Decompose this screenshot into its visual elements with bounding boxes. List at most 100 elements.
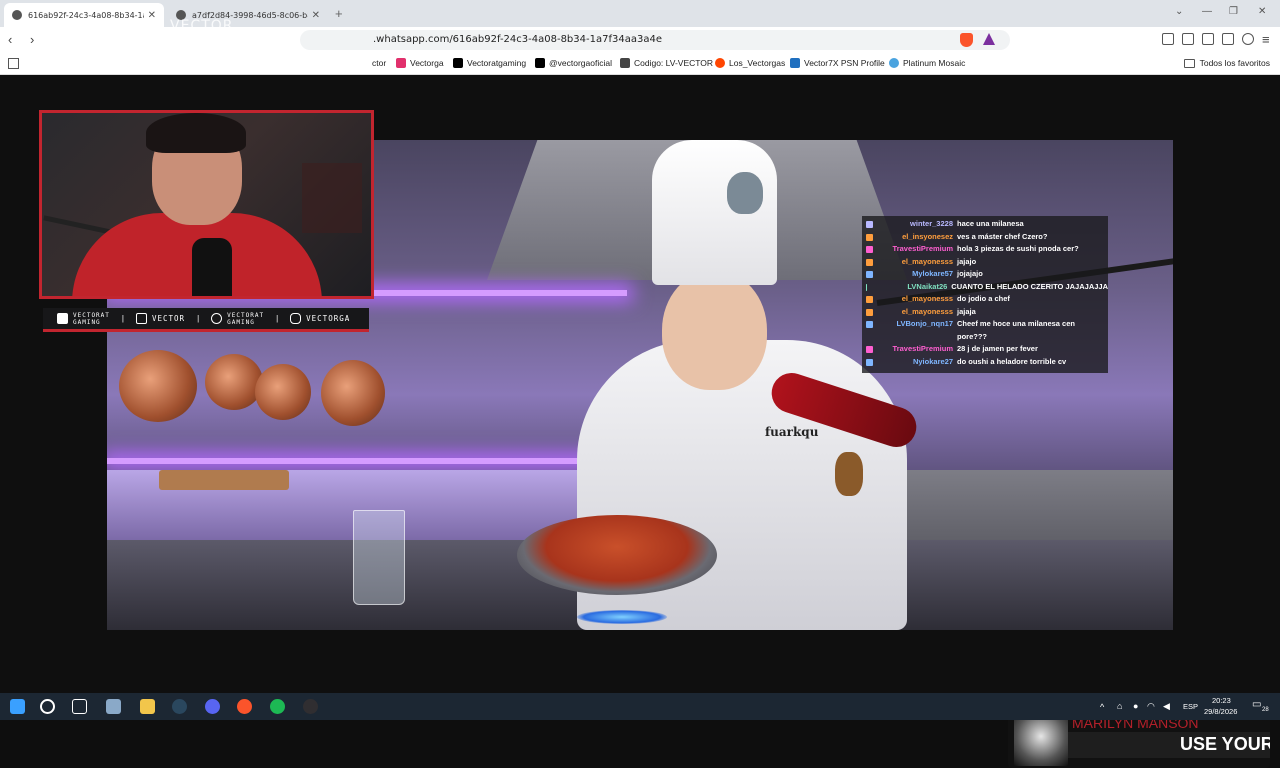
obs-icon[interactable] [303,699,318,714]
chat-badge-icon [866,334,873,341]
wallet-icon[interactable] [1202,33,1214,45]
minimize-button[interactable]: — [1202,6,1212,17]
bear-keychain [835,452,863,496]
frying-pan [517,515,717,595]
mic-icon[interactable]: ● [1133,701,1138,711]
bookmark-item[interactable]: ctor [372,58,386,68]
close-window-button[interactable]: ✕ [1258,6,1266,17]
brave-shields-icon[interactable] [960,33,973,47]
restore-button[interactable]: ❐ [1229,6,1238,17]
chevron-down-icon[interactable]: ⌄ [1175,6,1183,17]
instagram-icon [396,58,406,68]
chat-text: do oushi a heladore torrible cv [957,356,1067,366]
network-icon[interactable]: ⌂ [1117,701,1122,711]
file-manager-icon[interactable] [106,699,121,714]
clock-time[interactable]: 20:23 [1212,696,1231,705]
search-icon[interactable] [40,699,55,714]
url-text[interactable]: .whatsapp.com/616ab92f-24c3-4a08-8b34-1a… [373,34,662,45]
new-tab-button[interactable]: + [335,6,343,21]
all-favorites-button[interactable]: Todos los favoritos [1183,58,1270,68]
streamer-hair [146,113,246,153]
music-title: USE YOUR [1180,734,1270,754]
social-label: GAMING [73,318,101,326]
spotify-icon[interactable] [270,699,285,714]
steam-icon[interactable] [172,699,187,714]
download-icon[interactable] [1222,33,1234,45]
reddit-icon [715,58,725,68]
brave-icon[interactable] [237,699,252,714]
all-favorites-label: Todos los favoritos [1199,58,1270,68]
bookmark-label: @vectorgaoficial [549,58,612,68]
notification-icon[interactable]: ▭ [1252,699,1261,710]
chat-text: Cheef me hoce una milanesa cen [957,319,1075,328]
clock-date[interactable]: 29/8/2026 [1204,707,1237,716]
address-bar[interactable]: .whatsapp.com/616ab92f-24c3-4a08-8b34-1a… [300,30,1010,50]
chat-message: el_mayonesss do jodio a chef [866,293,1108,306]
tiktok-icon [535,58,545,68]
social-label: VECTORAT [227,311,265,319]
chat-message: Nyiokare27 do oushi a heladore torrible c… [866,356,1108,369]
chat-message: TravestiPremium 28 j de jamen per fever [866,343,1108,356]
brave-rewards-icon[interactable] [983,33,995,45]
bookmark-label: Vectoratgaming [467,58,527,68]
taskbar: ^ ⌂ ● ◠ ◀ ESP 20:23 29/8/2026 ▭ 28 [0,693,1280,720]
twitch-icon [135,313,147,324]
vpn-icon[interactable] [1242,33,1254,45]
chat-text: hola 3 piezas de sushi pnoda cer? [957,244,1079,253]
bookmark-label: Platinum Mosaic [903,58,966,68]
tab-active[interactable]: 616ab92f-24c3-4a08-8b34-1a7f ✕ [4,3,164,27]
chat-message: pore??? [866,331,1108,344]
webcam-tag: VECTOR [170,18,234,34]
chat-text: hace una milanesa [957,219,1024,228]
bookmarks-bar: ctor Vectorga Vectoratgaming @vectorgaof… [0,53,1280,75]
language-indicator[interactable]: ESP [1183,702,1198,711]
bookmark-item[interactable]: Platinum Mosaic [889,58,965,68]
youtube-icon [57,313,68,324]
back-button[interactable]: ‹ [8,32,12,47]
hanging-pan [119,350,197,422]
chat-message: el_mayonesss jajajo [866,256,1108,269]
social-twitter: VECTORAT GAMING [211,312,264,326]
tab-close-icon[interactable]: ✕ [312,10,320,21]
chat-message: el_insyonesez ves a máster chef Czero? [866,231,1108,244]
notification-count: 28 [1262,707,1269,713]
chat-badge-icon [866,233,873,241]
chat-username: TravestiPremium [892,244,953,253]
bookmark-item[interactable]: Codigo: LV-VECTOR [620,58,713,68]
task-view-icon[interactable] [72,699,87,714]
chat-username: Nyiokare27 [912,356,953,366]
chat-text: 28 j de jamen per fever [957,344,1038,353]
forward-button[interactable]: › [30,32,34,47]
extensions-icon[interactable] [1162,33,1174,45]
social-instagram: VECTORGA [290,313,350,324]
bookmark-item[interactable]: Vectorga [396,58,444,68]
chat-username: el_mayonesss [901,256,953,266]
sidebar-icon[interactable] [1182,33,1194,45]
apps-grid-icon[interactable] [8,58,19,69]
social-label: VECTORGA [306,314,351,323]
chat-username: Mylokare57 [912,269,953,278]
tab-close-icon[interactable]: ✕ [148,10,156,21]
folder-icon[interactable] [140,699,155,714]
chat-badge-icon [866,358,873,366]
bookmark-item[interactable]: Los_Vectorgas [715,58,785,68]
volume-icon[interactable]: ◀ [1163,701,1170,712]
chat-badge-icon [866,308,873,316]
bookmark-label: ctor [372,58,387,68]
menu-icon[interactable]: ≡ [1262,32,1270,47]
chat-username: winter_3228 [910,219,953,228]
chevron-up-icon[interactable]: ^ [1100,702,1104,712]
trophy-icon [889,58,899,68]
bookmark-item[interactable]: Vectoratgaming [453,58,526,68]
wifi-icon[interactable]: ◠ [1147,701,1155,712]
start-icon[interactable] [10,699,25,714]
bookmark-item[interactable]: Vector7X PSN Profile [790,58,885,68]
social-label: VECTORAT [73,311,110,319]
social-handles-bar: VECTORAT GAMING | VECTOR | VECTORAT GAMING… [43,308,369,332]
discord-icon[interactable] [205,699,220,714]
psn-icon [790,58,800,68]
bookmark-item[interactable]: @vectorgaoficial [535,58,612,68]
video-player[interactable]: fuarkqu winter_3228 hace una milanesa el_i… [0,18,1280,768]
bookmark-label: Codigo: LV-VECTOR [634,58,714,68]
gas-flame [577,610,667,624]
